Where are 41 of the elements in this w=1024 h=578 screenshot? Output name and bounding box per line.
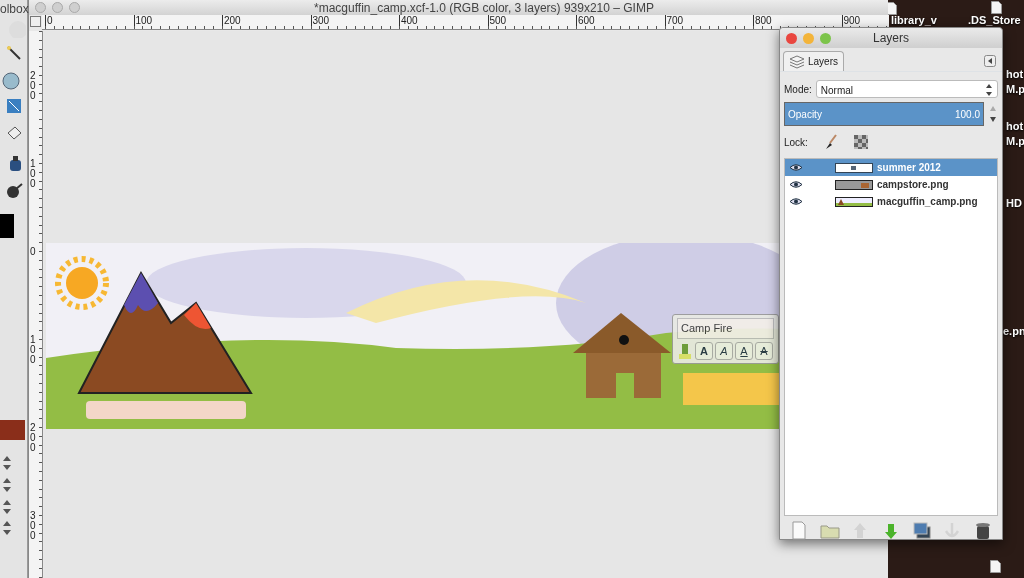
mode-select[interactable]: Normal xyxy=(815,80,998,98)
opacity-value: 100.0 xyxy=(954,107,980,122)
window-title: *macguffin_camp.xcf-1.0 (RGB color, 3 layers) 939x210 – GIMP xyxy=(313,0,655,16)
window-title: Layers xyxy=(872,30,910,47)
font-field[interactable]: Camp Fire xyxy=(677,318,774,339)
ruler-label: 600 xyxy=(576,15,595,26)
ruler-label: 400 xyxy=(399,15,418,26)
file-label[interactable]: HD xyxy=(1006,197,1022,209)
opacity-label: Opacity xyxy=(788,107,822,122)
ruler-label: 100 xyxy=(133,15,153,26)
layer-name: macguffin_camp.png xyxy=(877,195,978,209)
layer-row[interactable]: campstore.png xyxy=(785,176,997,193)
ruler-label: 200 xyxy=(30,71,37,101)
style-button[interactable]: A xyxy=(715,341,733,360)
ruler-label: 700 xyxy=(664,15,684,26)
file-label[interactable]: hot xyxy=(1006,68,1024,80)
file-label[interactable]: M.p xyxy=(1006,83,1024,95)
file-label[interactable]: .DS_Store xyxy=(968,14,1021,26)
style-button[interactable]: A xyxy=(755,341,773,360)
lock-label: Lock: xyxy=(784,135,808,150)
mode-label: Mode: xyxy=(784,82,812,97)
ruler-label: 300 xyxy=(310,15,330,26)
dock-tab[interactable]: Layers xyxy=(783,51,844,71)
ruler-label: 800 xyxy=(753,15,772,26)
layer-name: campstore.png xyxy=(877,178,949,192)
layer-row[interactable]: macguffin_camp.png xyxy=(785,193,997,210)
style-button[interactable]: A xyxy=(735,341,753,360)
ruler-label: 0 xyxy=(45,15,53,26)
file-label[interactable]: hot xyxy=(1006,120,1024,132)
ruler-label: 200 xyxy=(30,423,37,453)
file-label[interactable]: M.p xyxy=(1006,135,1024,147)
ruler-label: 100 xyxy=(30,159,37,189)
ruler-label: 500 xyxy=(487,15,507,26)
ruler-label: 900 xyxy=(841,15,861,26)
ruler-label: 0 xyxy=(30,247,37,257)
style-button[interactable]: A xyxy=(695,341,713,360)
layer-name: summer 2012 xyxy=(877,161,941,175)
file-label[interactable]: library_v xyxy=(891,14,937,26)
ruler-label: 200 xyxy=(222,15,241,26)
ruler-label: 300 xyxy=(30,511,37,541)
ruler-label: 100 xyxy=(30,335,37,365)
